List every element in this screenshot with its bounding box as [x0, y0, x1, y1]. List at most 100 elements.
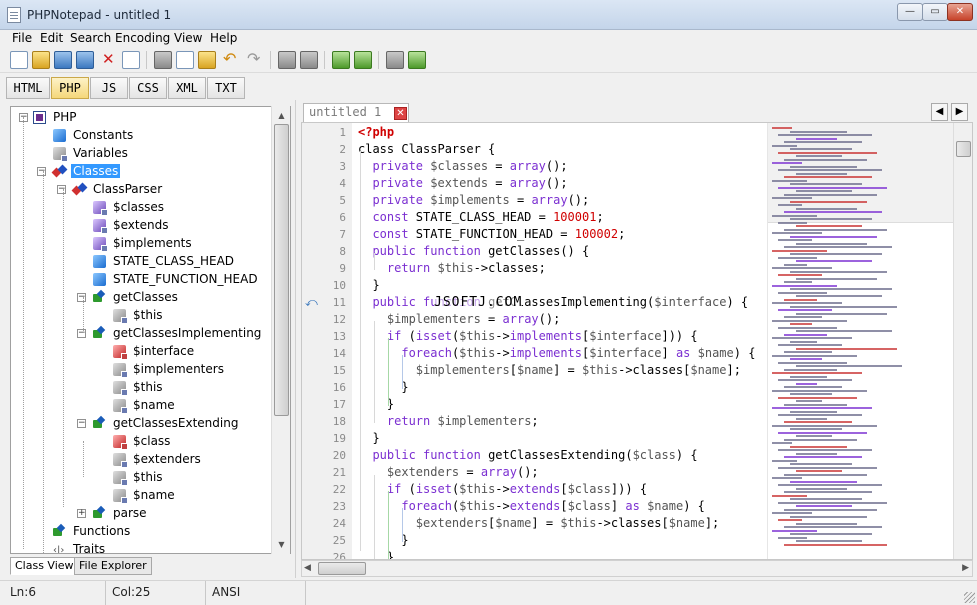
tab-next-icon[interactable]: ▶ — [951, 103, 968, 121]
tree-node[interactable]: Traits — [11, 541, 271, 553]
tab-file-explorer[interactable]: File Explorer — [74, 557, 152, 575]
close-button[interactable]: ✕ — [947, 3, 973, 21]
editor-tab-untitled[interactable]: untitled 1 ✕ — [303, 103, 409, 122]
close-all-icon[interactable] — [122, 51, 140, 69]
close-file-icon[interactable] — [100, 50, 118, 69]
code-line: $extenders = array(); — [358, 464, 767, 481]
code-token: class ClassParser { — [358, 142, 496, 156]
collapse-icon[interactable]: − — [57, 185, 66, 194]
tree-node[interactable]: STATE_CLASS_HEAD — [11, 253, 271, 270]
open-file-icon[interactable] — [32, 51, 50, 69]
lang-js-button[interactable]: JS — [90, 77, 128, 99]
tab-prev-icon[interactable]: ◀ — [931, 103, 948, 121]
menu-encoding[interactable]: Encoding — [115, 31, 170, 45]
indent-guide — [374, 321, 375, 423]
tree-node[interactable]: $name — [11, 397, 271, 414]
menu-search[interactable]: Search — [70, 31, 111, 45]
resize-grip[interactable] — [964, 592, 975, 603]
lang-txt-button[interactable]: TXT — [207, 77, 245, 99]
tree-node[interactable]: STATE_FUNCTION_HEAD — [11, 271, 271, 288]
scroll-thumb[interactable] — [274, 124, 289, 416]
minimap-line — [772, 319, 847, 322]
collapse-icon[interactable]: − — [77, 329, 86, 338]
tree-node[interactable]: $implementers — [11, 361, 271, 378]
replace-icon[interactable] — [300, 51, 318, 69]
lang-php-button[interactable]: PHP — [51, 77, 89, 99]
tab-class-view[interactable]: Class View — [10, 557, 79, 575]
code-area[interactable]: <?php class ClassParser { private $classe… — [352, 123, 767, 559]
method-icon — [93, 291, 106, 304]
tree-node[interactable]: − Classes — [11, 163, 271, 180]
copy-icon[interactable] — [176, 51, 194, 69]
tree-node[interactable]: Constants — [11, 127, 271, 144]
collapse-icon[interactable]: − — [77, 419, 86, 428]
lang-css-button[interactable]: CSS — [129, 77, 167, 99]
paste-icon[interactable] — [198, 51, 216, 69]
panel-splitter[interactable] — [295, 100, 299, 578]
tree-node[interactable]: − PHP — [11, 109, 271, 126]
tree-node[interactable]: $this — [11, 469, 271, 486]
minimize-button[interactable]: — — [897, 3, 923, 21]
tree-node[interactable]: $interface — [11, 343, 271, 360]
save-all-icon[interactable] — [76, 51, 94, 69]
exit-icon[interactable] — [408, 51, 426, 69]
scroll-left-icon[interactable]: ◀ — [304, 561, 311, 576]
maximize-button[interactable]: ▭ — [922, 3, 948, 21]
tree-node[interactable]: $this — [11, 307, 271, 324]
minimap-line — [772, 494, 807, 497]
code-minimap[interactable] — [767, 123, 953, 559]
watermark: JSOFTJ.COM — [434, 295, 523, 310]
tree-node[interactable]: $class — [11, 433, 271, 450]
save-icon[interactable] — [54, 51, 72, 69]
lang-xml-button[interactable]: XML — [168, 77, 206, 99]
editor-scrollbar[interactable] — [953, 123, 972, 559]
cut-icon[interactable] — [154, 51, 172, 69]
tree-node[interactable]: $name — [11, 487, 271, 504]
expand-icon[interactable]: + — [77, 509, 86, 518]
tree-scrollbar[interactable]: ▲ ▼ — [271, 106, 290, 554]
menu-view[interactable]: View — [174, 31, 202, 45]
minimap-line — [796, 312, 887, 315]
collapse-icon[interactable]: − — [37, 167, 46, 176]
minimap-line — [772, 372, 862, 374]
scroll-right-icon[interactable]: ▶ — [962, 561, 969, 576]
line-number: 12 — [332, 313, 346, 326]
minimap-line — [778, 134, 872, 136]
find-icon[interactable] — [278, 51, 296, 69]
scroll-thumb[interactable] — [956, 141, 971, 157]
tree-node[interactable]: $extenders — [11, 451, 271, 468]
menu-edit[interactable]: Edit — [40, 31, 63, 45]
print-icon[interactable] — [386, 51, 404, 69]
menu-file[interactable]: File — [12, 31, 32, 45]
tree-node[interactable]: − getClasses — [11, 289, 271, 306]
window-title: PHPNotepad - untitled 1 — [27, 8, 172, 22]
undo-icon[interactable] — [222, 49, 240, 69]
code-token: ) { — [683, 499, 705, 513]
hscroll-thumb[interactable] — [318, 562, 366, 575]
zoom-out-icon[interactable] — [354, 51, 372, 69]
editor-hscrollbar[interactable]: ◀ ▶ — [301, 560, 973, 577]
tree-node[interactable]: − ClassParser — [11, 181, 271, 198]
tree-node[interactable]: $this — [11, 379, 271, 396]
tree-node[interactable]: Functions — [11, 523, 271, 540]
line-number: 15 — [332, 364, 346, 377]
tree-node[interactable]: $extends — [11, 217, 271, 234]
tree-node[interactable]: Variables — [11, 145, 271, 162]
collapse-icon[interactable]: − — [77, 293, 86, 302]
code-editor[interactable]: ⤺ 1 2 3 4 5 6 7 8 9 10 11 12 13 14 15 16 17 18 19 20 21 22 23 2… — [301, 122, 973, 560]
redo-icon[interactable] — [246, 49, 264, 69]
tree-node[interactable]: − getClassesImplementing — [11, 325, 271, 342]
tree-node[interactable]: + parse — [11, 505, 271, 522]
close-tab-icon[interactable]: ✕ — [394, 107, 407, 120]
lang-html-button[interactable]: HTML — [6, 77, 50, 99]
scroll-up-icon[interactable]: ▲ — [273, 107, 290, 124]
scroll-down-icon[interactable]: ▼ — [273, 536, 290, 553]
tree-node[interactable]: $implements — [11, 235, 271, 252]
tree-node[interactable]: $classes — [11, 199, 271, 216]
menu-help[interactable]: Help — [210, 31, 237, 45]
new-file-icon[interactable] — [10, 51, 28, 69]
tree-connector — [23, 117, 24, 549]
tree-node[interactable]: − getClassesExtending — [11, 415, 271, 432]
private-property-icon — [93, 219, 108, 234]
zoom-in-icon[interactable] — [332, 51, 350, 69]
